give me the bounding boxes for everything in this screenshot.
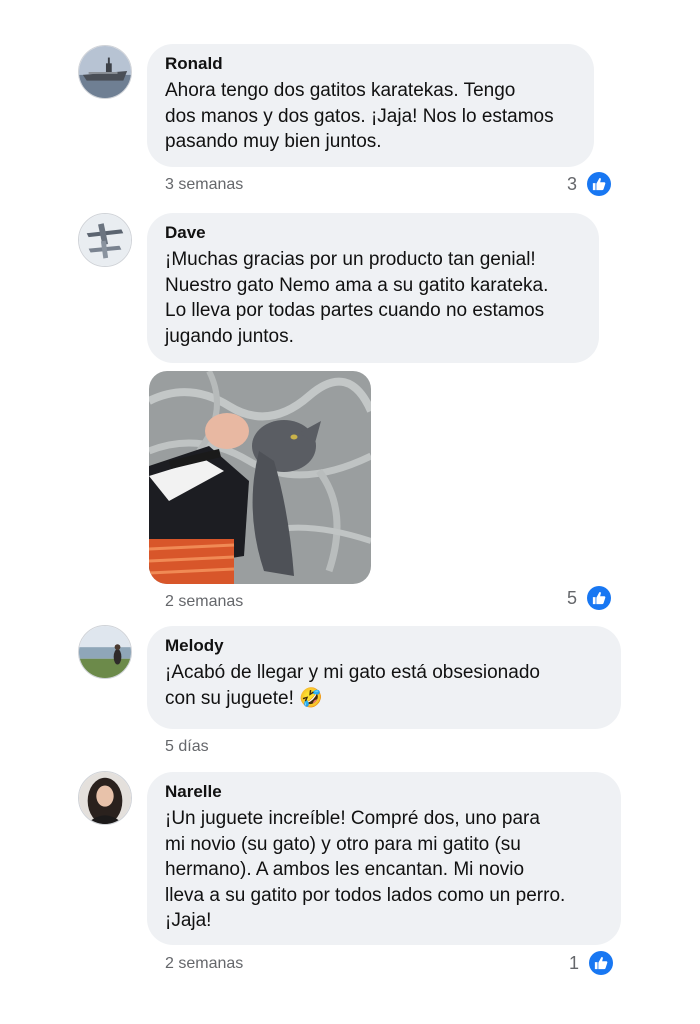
comment-text: Ahora tengo dos gatitos karatekas. Tengo…: [165, 80, 554, 152]
airplane-avatar-icon: [79, 214, 131, 266]
comment-timestamp[interactable]: 2 semanas: [165, 593, 243, 611]
comment-bubble: Melody ¡Acabó de llegar y mi gato está o…: [147, 626, 621, 729]
aircraft-carrier-avatar-icon: [79, 46, 131, 98]
comment-timestamp[interactable]: 2 semanas: [165, 955, 243, 973]
comment-text: ¡Acabó de llegar y mi gato está obsesion…: [165, 662, 540, 709]
avatar-ronald[interactable]: [78, 45, 132, 99]
lakeside-person-avatar-icon: [79, 626, 131, 678]
comment-author[interactable]: Dave: [165, 223, 581, 243]
comment-author[interactable]: Ronald: [165, 54, 576, 74]
comment-bubble: Narelle ¡Un juguete increíble! Compré do…: [147, 772, 621, 945]
comment-photo[interactable]: [149, 371, 371, 584]
thumbs-up-icon: [587, 172, 612, 196]
like-count: 5: [567, 587, 578, 608]
thumbs-up-icon: [587, 586, 612, 610]
like-reaction[interactable]: 5: [567, 586, 612, 610]
woman-portrait-avatar-icon: [79, 772, 131, 824]
avatar-dave[interactable]: [78, 213, 132, 267]
avatar-melody[interactable]: [78, 625, 132, 679]
like-count: 1: [569, 952, 580, 973]
comment-author[interactable]: Melody: [165, 636, 603, 656]
comment-bubble: Ronald Ahora tengo dos gatitos karatekas…: [147, 44, 594, 167]
like-reaction[interactable]: 1: [569, 951, 614, 975]
thumbs-up-icon: [589, 951, 614, 975]
comment-timestamp[interactable]: 3 semanas: [165, 176, 243, 194]
like-reaction[interactable]: 3: [567, 172, 612, 196]
like-count: 3: [567, 173, 578, 194]
comment-bubble: Dave ¡Muchas gracias por un producto tan…: [147, 213, 599, 363]
comment-text: ¡Muchas gracias por un producto tan geni…: [165, 249, 549, 347]
comment-author[interactable]: Narelle: [165, 782, 603, 802]
cat-with-karate-toy-photo-icon: [149, 371, 371, 584]
comment-timestamp[interactable]: 5 días: [165, 738, 209, 756]
avatar-narelle[interactable]: [78, 771, 132, 825]
comment-text: ¡Un juguete increíble! Compré dos, uno p…: [165, 808, 566, 931]
